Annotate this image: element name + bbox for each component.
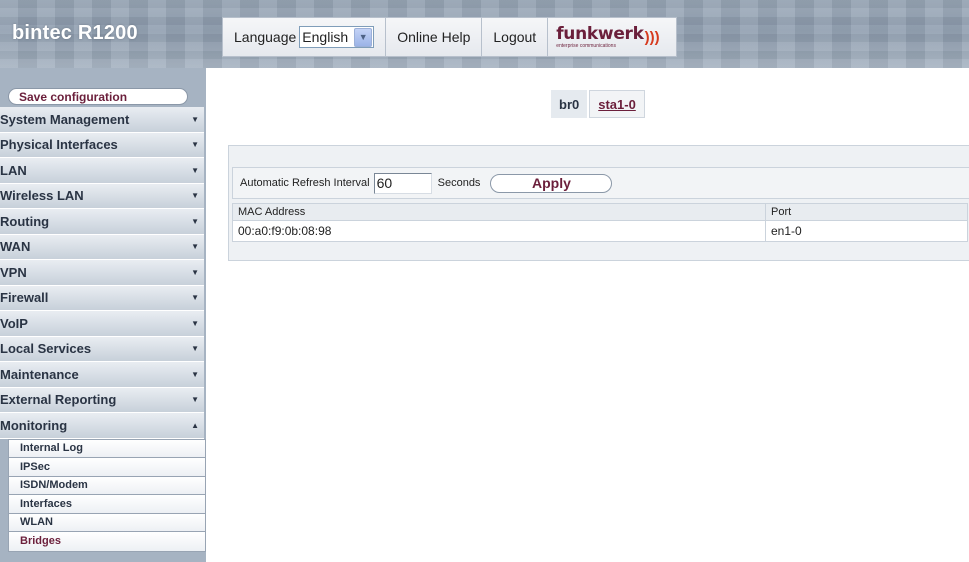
- header-bar: bintec R1200 Language English ▼ Online H…: [0, 0, 969, 68]
- sidebar-item-label: Maintenance: [0, 366, 79, 382]
- language-section: Language English ▼: [222, 17, 386, 57]
- sidebar-item-system-management[interactable]: System Management ▼: [0, 107, 204, 133]
- chevron-down-icon: ▼: [191, 318, 199, 328]
- funkwerk-logo-text: funkwerk enterprise communications: [556, 23, 644, 49]
- tab-sta1-0[interactable]: sta1-0: [589, 90, 645, 118]
- chevron-down-icon[interactable]: ▼: [354, 27, 373, 47]
- chevron-down-icon: ▼: [191, 140, 199, 150]
- language-select-value: English: [302, 29, 349, 45]
- brand-title: bintec R1200: [12, 22, 138, 44]
- sidebar-menu: System Management ▼ Physical Interfaces …: [0, 107, 206, 552]
- chevron-up-icon: ▲: [191, 420, 199, 430]
- sidebar-item-physical-interfaces[interactable]: Physical Interfaces ▼: [0, 132, 204, 158]
- sidebar-item-label: WAN: [0, 239, 31, 255]
- refresh-interval-label: Automatic Refresh Interval: [240, 177, 370, 189]
- chevron-down-icon: ▼: [191, 191, 199, 201]
- column-header-port: Port: [765, 203, 968, 221]
- sidebar-item-label: VoIP: [0, 315, 28, 331]
- save-configuration-button[interactable]: Save configuration: [8, 88, 188, 105]
- sidebar-item-lan[interactable]: LAN ▼: [0, 158, 204, 184]
- chevron-down-icon: ▼: [191, 344, 199, 354]
- sidebar-item-label: System Management: [0, 111, 130, 127]
- chevron-down-icon: ▼: [191, 165, 199, 175]
- logout-link[interactable]: Logout: [481, 17, 548, 57]
- funkwerk-logo: funkwerk enterprise communications ))): [547, 17, 678, 57]
- top-toolbar: Language English ▼ Online Help Logout fu…: [222, 17, 692, 57]
- sidebar-item-label: LAN: [0, 162, 27, 178]
- sidebar-item-label: VPN: [0, 264, 27, 280]
- online-help-link[interactable]: Online Help: [385, 17, 482, 57]
- sidebar-item-external-reporting[interactable]: External Reporting ▼: [0, 387, 204, 413]
- sidebar-item-routing[interactable]: Routing ▼: [0, 209, 204, 235]
- sidebar-item-local-services[interactable]: Local Services ▼: [0, 336, 204, 362]
- chevron-down-icon: ▼: [191, 216, 199, 226]
- tab-br0[interactable]: br0: [551, 90, 588, 118]
- submenu-item-wlan[interactable]: WLAN: [9, 513, 205, 532]
- chevron-down-icon: ▼: [191, 395, 199, 405]
- bridge-table: MAC Address Port 00:a0:f9:0b:08:98 en1-0: [232, 203, 968, 242]
- signal-waves-icon: ))): [644, 28, 660, 46]
- submenu-item-ipsec[interactable]: IPSec: [9, 458, 205, 477]
- refresh-interval-input[interactable]: 60: [373, 172, 432, 194]
- sidebar-item-label: Monitoring: [0, 417, 68, 433]
- sidebar-item-firewall[interactable]: Firewall ▼: [0, 285, 204, 311]
- logo-tagline: enterprise communications: [556, 42, 616, 49]
- submenu-item-bridges[interactable]: Bridges: [9, 532, 205, 551]
- apply-button[interactable]: Apply: [490, 173, 613, 193]
- interface-tabs: br0 sta1-0: [551, 90, 645, 118]
- chevron-down-icon: ▼: [191, 293, 199, 303]
- table-row: 00:a0:f9:0b:08:98 en1-0: [232, 220, 968, 242]
- sidebar-item-label: Local Services: [0, 341, 92, 357]
- sidebar-item-wireless-lan[interactable]: Wireless LAN ▼: [0, 183, 204, 209]
- chevron-down-icon: ▼: [191, 114, 199, 124]
- main-content: br0 sta1-0 Automatic Refresh Interval 60…: [206, 68, 969, 562]
- logo-wordmark: funkwerk: [556, 23, 644, 44]
- sidebar-item-label: Firewall: [0, 290, 49, 306]
- submenu-item-internal-log[interactable]: Internal Log: [9, 439, 205, 458]
- mac-address-cell: 00:a0:f9:0b:08:98: [232, 220, 766, 242]
- sidebar-item-vpn[interactable]: VPN ▼: [0, 260, 204, 286]
- sidebar-item-voip[interactable]: VoIP ▼: [0, 311, 204, 337]
- sidebar-item-label: Wireless LAN: [0, 188, 84, 204]
- seconds-label: Seconds: [437, 177, 481, 189]
- chevron-down-icon: ▼: [191, 267, 199, 277]
- sidebar-item-label: Physical Interfaces: [0, 137, 118, 153]
- column-header-mac-address: MAC Address: [232, 203, 766, 221]
- bridges-panel: Automatic Refresh Interval 60 Seconds Ap…: [228, 145, 969, 261]
- chevron-down-icon: ▼: [191, 369, 199, 379]
- sidebar-item-maintenance[interactable]: Maintenance ▼: [0, 362, 204, 388]
- language-select[interactable]: English ▼: [299, 26, 375, 48]
- submenu-item-isdn-modem[interactable]: ISDN/Modem: [9, 476, 205, 495]
- submenu-item-interfaces[interactable]: Interfaces: [9, 495, 205, 514]
- sidebar-item-monitoring[interactable]: Monitoring ▲: [0, 413, 204, 439]
- sidebar-item-wan[interactable]: WAN ▼: [0, 234, 204, 260]
- refresh-interval-row: Automatic Refresh Interval 60 Seconds Ap…: [232, 167, 969, 199]
- chevron-down-icon: ▼: [191, 242, 199, 252]
- sidebar: Save configuration System Management ▼ P…: [0, 68, 206, 562]
- monitoring-submenu: Internal Log IPSec ISDN/Modem Interfaces…: [8, 438, 206, 552]
- port-cell: en1-0: [765, 220, 968, 242]
- sidebar-item-label: Routing: [0, 213, 50, 229]
- table-header-row: MAC Address Port: [232, 203, 968, 221]
- sidebar-item-label: External Reporting: [0, 392, 117, 408]
- language-label: Language: [234, 29, 297, 45]
